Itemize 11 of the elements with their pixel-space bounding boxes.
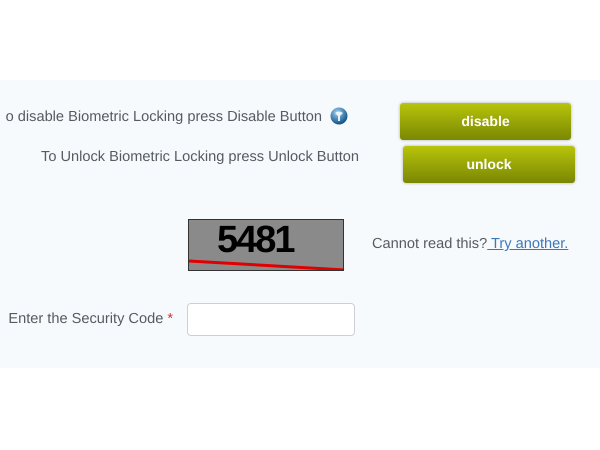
instruction-text: o disable Biometric Locking press Disable Button xyxy=(6,108,322,127)
info-icon xyxy=(330,107,348,125)
field-label: Enter the Security Code xyxy=(8,310,164,329)
instruction-text: To Unlock Biometric Locking press Unlock Button xyxy=(41,148,359,167)
captcha-prompt: Cannot read this? xyxy=(372,236,488,252)
try-another-link[interactable]: Try another. xyxy=(487,236,568,252)
disable-button[interactable]: disable xyxy=(400,103,571,140)
security-code-field[interactable] xyxy=(187,303,355,336)
captcha-image: 5481 xyxy=(188,219,344,271)
unlock-button[interactable]: unlock xyxy=(403,146,575,183)
required-mark: * xyxy=(167,310,173,329)
